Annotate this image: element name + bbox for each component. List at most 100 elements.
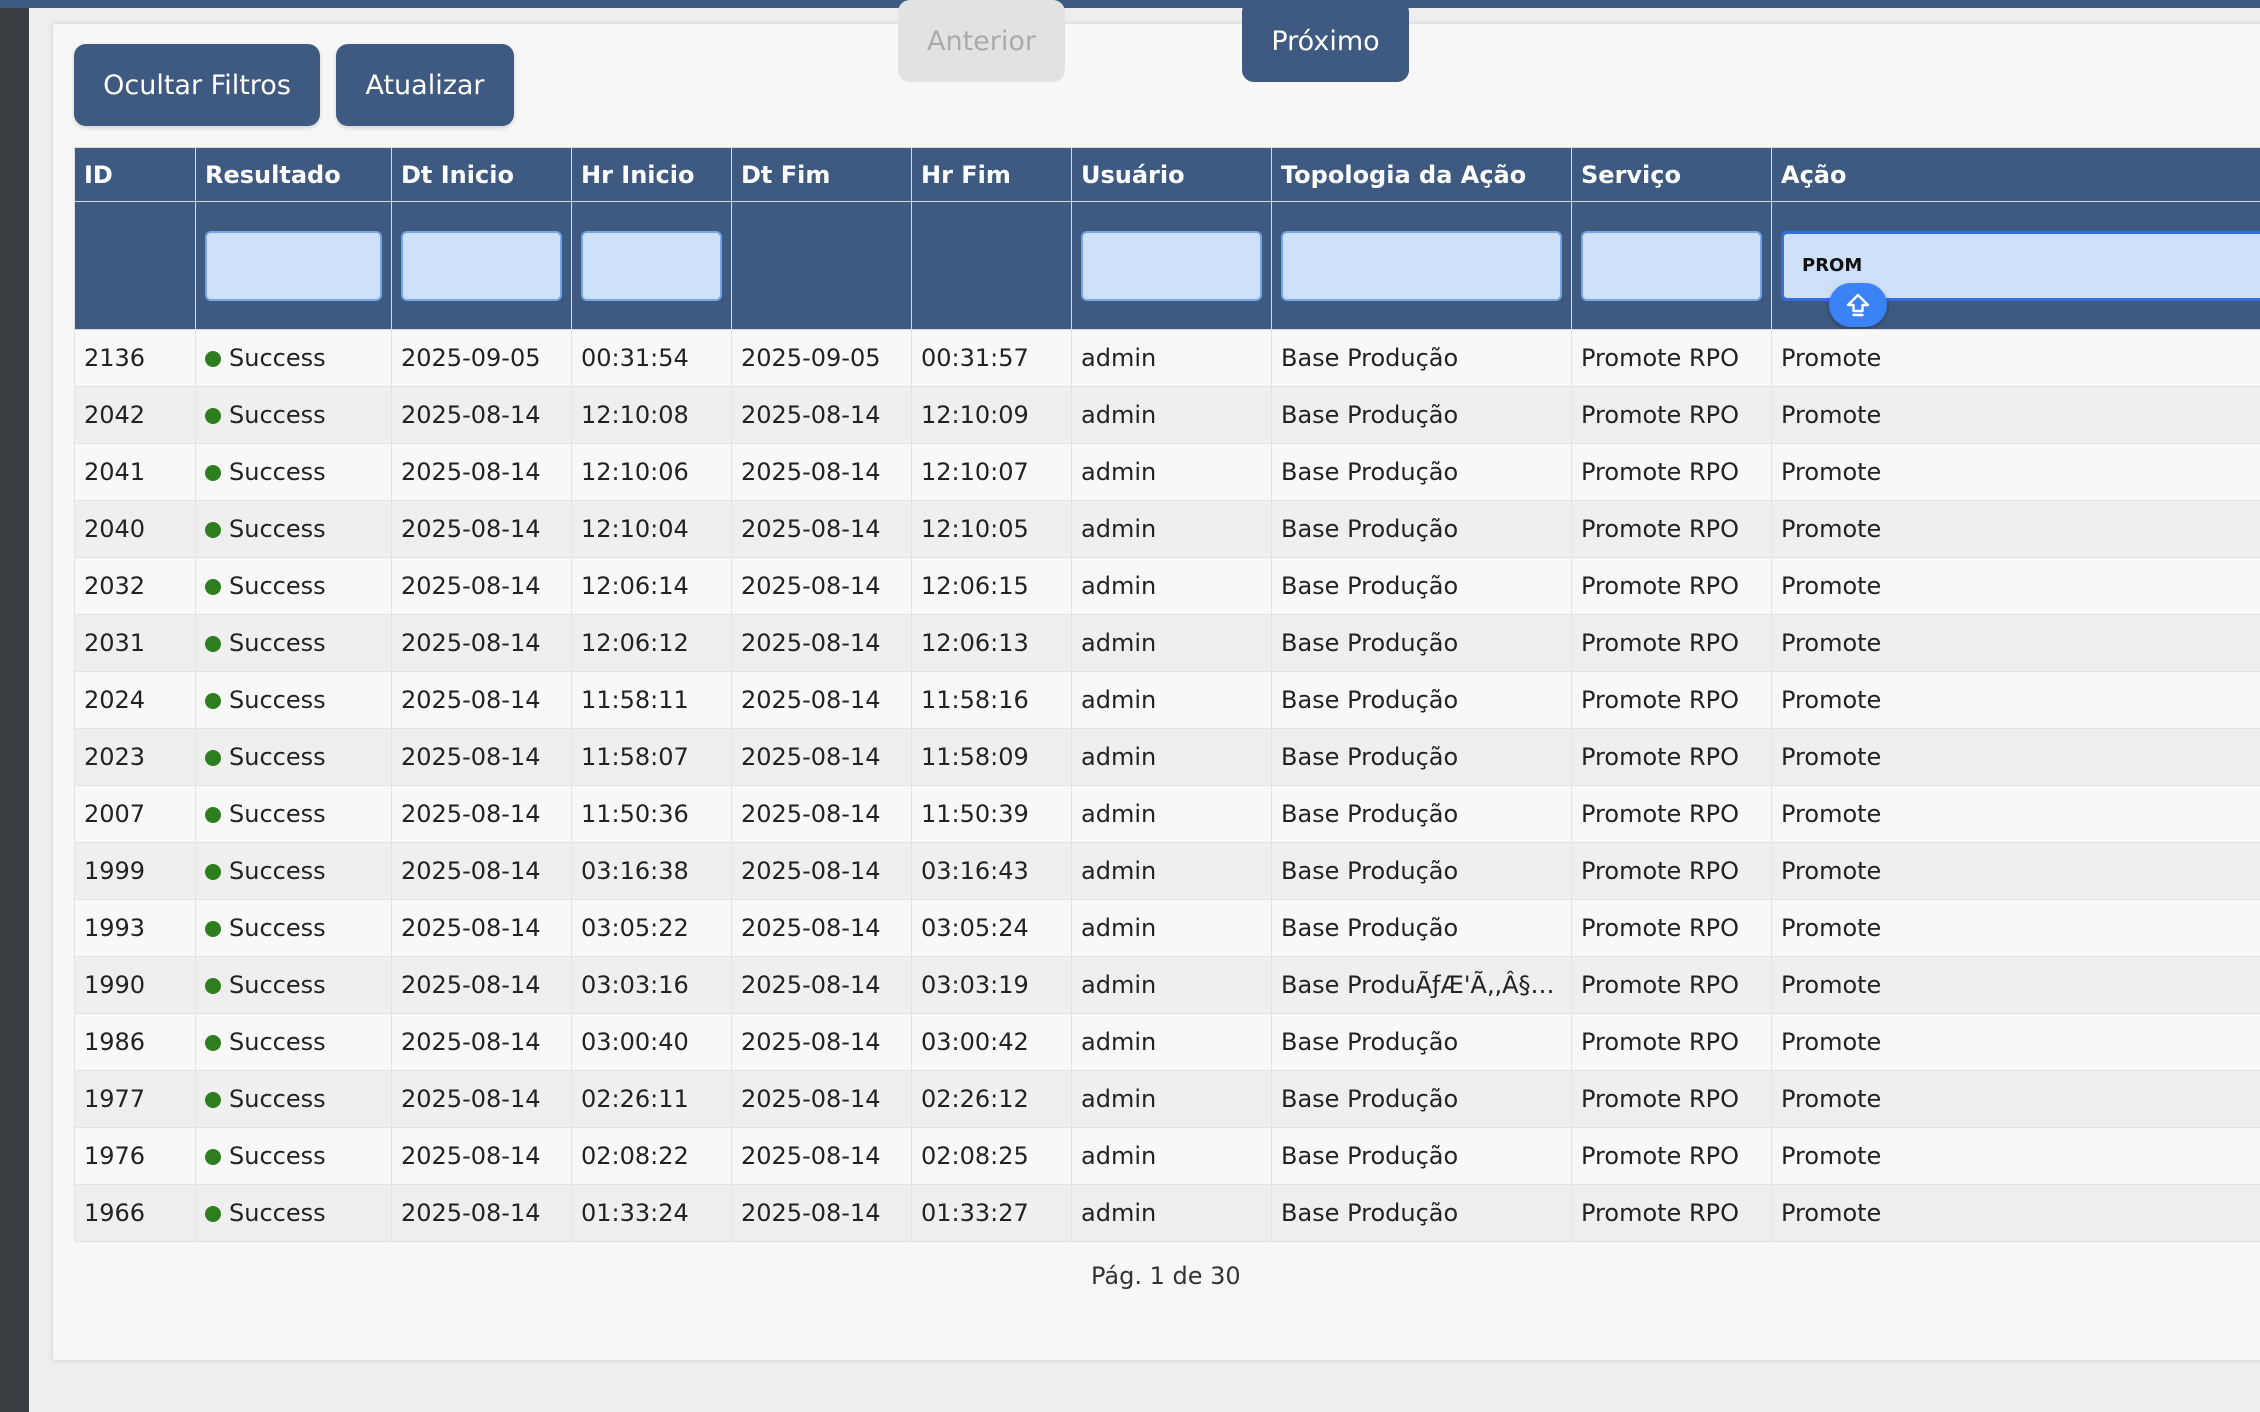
cell-resultado: Success [195,386,392,444]
filter-input-usuario[interactable] [1081,230,1262,301]
hide-filters-button[interactable]: Ocultar Filtros [74,44,320,126]
column-header-dt-fim[interactable]: Dt Fim [731,147,912,202]
cell-topologia: Base Produção [1271,386,1572,444]
cell-acao: Promote [1771,1013,2260,1071]
status-text: Success [229,1085,326,1113]
status-text: Success [229,1199,326,1227]
cell-resultado: Success [195,785,392,843]
cell-topologia: Base Produção [1271,1127,1572,1185]
table-row[interactable]: 2007 Success 2025-08-14 11:50:36 2025-08-14 1… [74,785,2260,843]
status-text: Success [229,344,326,372]
filter-input-servico[interactable] [1581,230,1762,301]
table-row[interactable]: 1999 Success 2025-08-14 03:16:38 2025-08-14 0… [74,842,2260,900]
cell-id: 1999 [74,842,196,900]
cell-resultado: Success [195,443,392,501]
column-header-topologia[interactable]: Topologia da Ação [1271,147,1572,202]
cell-resultado: Success [195,329,392,387]
cell-dt-fim: 2025-08-14 [731,557,912,615]
cell-dt-fim: 2025-08-14 [731,1184,912,1242]
filter-cell-dt-inicio [391,201,572,330]
column-header-acao[interactable]: Ação [1771,147,2260,202]
table-row[interactable]: 1986 Success 2025-08-14 03:00:40 2025-08-14 0… [74,1013,2260,1071]
column-header-hr-inicio[interactable]: Hr Inicio [571,147,732,202]
cell-topologia: Base Produção [1271,671,1572,729]
status-text: Success [229,572,326,600]
table-row[interactable]: 1993 Success 2025-08-14 03:05:22 2025-08-14 0… [74,899,2260,957]
table-row[interactable]: 2032 Success 2025-08-14 12:06:14 2025-08-14 1… [74,557,2260,615]
refresh-button[interactable]: Atualizar [336,44,514,126]
shift-arrow-icon[interactable] [1829,282,1887,327]
cell-dt-fim: 2025-08-14 [731,956,912,1014]
filter-cell-hr-inicio [571,201,732,330]
table-row[interactable]: 2042 Success 2025-08-14 12:10:08 2025-08-14 1… [74,386,2260,444]
cell-id: 2040 [74,500,196,558]
filter-row [74,201,2260,330]
next-page-button[interactable]: Próximo [1242,0,1409,82]
cell-acao: Promote [1771,1070,2260,1128]
cell-hr-inicio: 12:10:04 [571,500,732,558]
cell-topologia: Base Produção [1271,728,1572,786]
column-header-servico[interactable]: Serviço [1571,147,1772,202]
cell-topologia: Base Produção [1271,557,1572,615]
cell-topologia: Base ProduÃƒÆ'Ã‚,Â§Ãƒ... [1271,956,1572,1014]
column-header-resultado[interactable]: Resultado [195,147,392,202]
cell-servico: Promote RPO [1571,1184,1772,1242]
cell-dt-inicio: 2025-08-14 [391,842,572,900]
previous-page-button[interactable]: Anterior [898,0,1065,82]
column-header-usuario[interactable]: Usuário [1071,147,1272,202]
cell-resultado: Success [195,1070,392,1128]
cell-usuario: admin [1071,671,1272,729]
cell-hr-fim: 12:10:07 [911,443,1072,501]
cell-id: 1990 [74,956,196,1014]
cell-resultado: Success [195,899,392,957]
cell-acao: Promote [1771,1184,2260,1242]
cell-hr-fim: 12:06:13 [911,614,1072,672]
filter-input-dt-inicio[interactable] [401,230,562,301]
status-text: Success [229,1142,326,1170]
table-row[interactable]: 2024 Success 2025-08-14 11:58:11 2025-08-14 1… [74,671,2260,729]
cell-dt-fim: 2025-08-14 [731,443,912,501]
cell-hr-fim: 02:08:25 [911,1127,1072,1185]
table-row[interactable]: 1976 Success 2025-08-14 02:08:22 2025-08-14 0… [74,1127,2260,1185]
table-row[interactable]: 2136 Success 2025-09-05 00:31:54 2025-09-05 0… [74,329,2260,387]
cell-hr-inicio: 12:06:14 [571,557,732,615]
cell-servico: Promote RPO [1571,443,1772,501]
cell-dt-inicio: 2025-08-14 [391,1127,572,1185]
filter-cell-acao [1771,201,2260,330]
cell-topologia: Base Produção [1271,785,1572,843]
status-text: Success [229,401,326,429]
filter-input-hr-inicio[interactable] [581,230,722,301]
table-row[interactable]: 2040 Success 2025-08-14 12:10:04 2025-08-14 1… [74,500,2260,558]
status-text: Success [229,515,326,543]
table-row[interactable]: 2041 Success 2025-08-14 12:10:06 2025-08-14 1… [74,443,2260,501]
table-row[interactable]: 1990 Success 2025-08-14 03:03:16 2025-08-14 0… [74,956,2260,1014]
success-dot-icon [205,1035,221,1051]
cell-hr-inicio: 12:10:08 [571,386,732,444]
cell-servico: Promote RPO [1571,1127,1772,1185]
cell-dt-inicio: 2025-09-05 [391,329,572,387]
table-row[interactable]: 2023 Success 2025-08-14 11:58:07 2025-08-14 1… [74,728,2260,786]
cell-id: 2007 [74,785,196,843]
status-text: Success [229,971,326,999]
cell-hr-inicio: 11:58:07 [571,728,732,786]
cell-hr-inicio: 00:31:54 [571,329,732,387]
cell-usuario: admin [1071,842,1272,900]
column-header-dt-inicio[interactable]: Dt Inicio [391,147,572,202]
cell-usuario: admin [1071,557,1272,615]
filter-input-topologia[interactable] [1281,230,1562,301]
table-row[interactable]: 1966 Success 2025-08-14 01:33:24 2025-08-14 0… [74,1184,2260,1242]
column-header-hr-fim[interactable]: Hr Fim [911,147,1072,202]
cell-dt-inicio: 2025-08-14 [391,1013,572,1071]
success-dot-icon [205,693,221,709]
table-row[interactable]: 2031 Success 2025-08-14 12:06:12 2025-08-14 1… [74,614,2260,672]
column-header-id[interactable]: ID [74,147,196,202]
cell-dt-inicio: 2025-08-14 [391,671,572,729]
cell-resultado: Success [195,500,392,558]
cell-dt-inicio: 2025-08-14 [391,557,572,615]
table-row[interactable]: 1977 Success 2025-08-14 02:26:11 2025-08-14 0… [74,1070,2260,1128]
cell-id: 2042 [74,386,196,444]
filter-input-resultado[interactable] [205,230,382,301]
cell-acao: Promote [1771,386,2260,444]
cell-servico: Promote RPO [1571,785,1772,843]
cell-hr-fim: 03:00:42 [911,1013,1072,1071]
